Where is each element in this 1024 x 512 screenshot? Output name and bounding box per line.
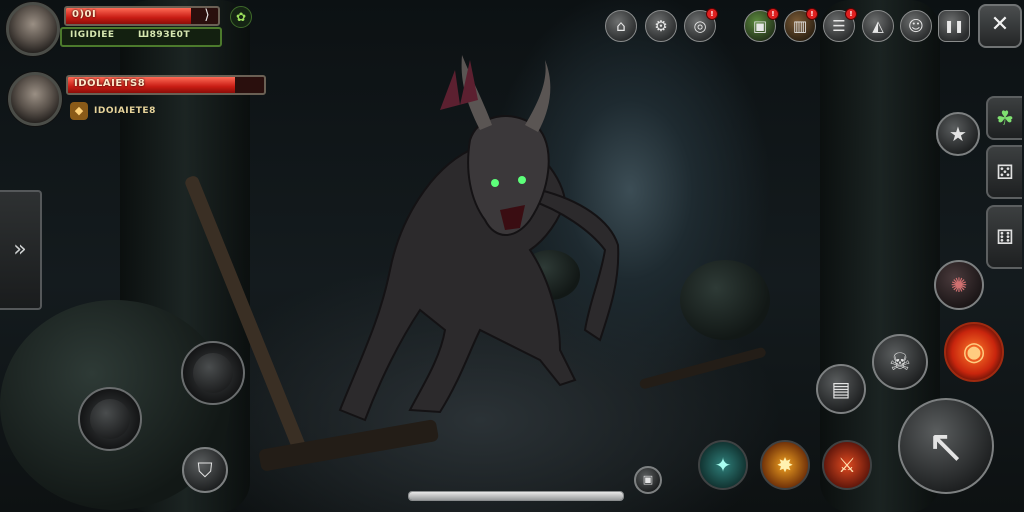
player-health-cap: ⟩ — [204, 7, 210, 23]
target-portrait[interactable] — [8, 72, 62, 126]
guard-button[interactable]: ⛉ — [182, 447, 228, 493]
alert-badge: ! — [845, 8, 857, 20]
favorite-star-button[interactable]: ★ — [936, 112, 980, 156]
creature-eye-right — [518, 176, 526, 184]
target-sub-text: IDOIAIETE8 — [94, 106, 156, 116]
shield-icon: ◆ — [70, 102, 88, 120]
right-tab-inventory[interactable]: ⚅ — [986, 205, 1022, 269]
player-portrait[interactable] — [6, 2, 60, 56]
lock-icon[interactable]: ▣ — [634, 466, 662, 494]
joystick-main-knob[interactable] — [90, 399, 130, 439]
home-icon[interactable]: ⌂ — [605, 10, 637, 42]
summon-skill-button[interactable]: ✺ — [934, 260, 984, 310]
character-icon[interactable]: ☺ — [900, 10, 932, 42]
expand-panel-tab[interactable]: » — [0, 190, 42, 310]
experience-bar — [408, 491, 624, 501]
skill-slot-1[interactable]: ✦ — [698, 440, 748, 490]
attack-button[interactable]: ↖ — [898, 398, 994, 494]
game-scene: 0)0I ⟩ IIGIDIEE Ш89ЗЕ0Т ✿ IDOLAIETS8 ◆ I… — [0, 0, 1024, 512]
settings-icon[interactable]: ⚙ — [645, 10, 677, 42]
joystick-secondary[interactable] — [181, 341, 245, 405]
right-tab-dice[interactable]: ⚄ — [986, 145, 1022, 199]
alert-badge: ! — [706, 8, 718, 20]
roar-skill-button[interactable]: ☠ — [872, 334, 928, 390]
alert-badge: ! — [806, 8, 818, 20]
target-health-bar: IDOLAIETS8 — [66, 75, 266, 95]
skill-slot-2[interactable]: ✸ — [760, 440, 810, 490]
right-tab-pet[interactable]: ☘ — [986, 96, 1022, 140]
player-sub-text: IIGIDIEE — [70, 30, 115, 40]
fire-skill-button[interactable]: ◉ — [944, 322, 1004, 382]
skill-slot-3[interactable]: ⚔ — [822, 440, 872, 490]
creature-eye-left — [491, 179, 499, 187]
alert-badge: ! — [767, 8, 779, 20]
helmet-icon[interactable]: ◭ — [862, 10, 894, 42]
pause-icon[interactable]: ❚❚ — [938, 10, 970, 42]
joystick-main[interactable] — [78, 387, 142, 451]
map-button[interactable]: ▤ — [816, 364, 866, 414]
player-health-text: 0)0I — [72, 9, 97, 20]
player-sub-value: Ш89ЗЕ0Т — [138, 30, 191, 40]
paw-icon[interactable]: ✿ — [230, 6, 252, 28]
joystick-secondary-knob[interactable] — [193, 353, 233, 393]
target-health-text: IDOLAIETS8 — [74, 78, 146, 89]
experience-fill — [409, 492, 623, 500]
creature-horn-right — [525, 60, 551, 132]
close-button[interactable]: ✕ — [978, 4, 1022, 48]
